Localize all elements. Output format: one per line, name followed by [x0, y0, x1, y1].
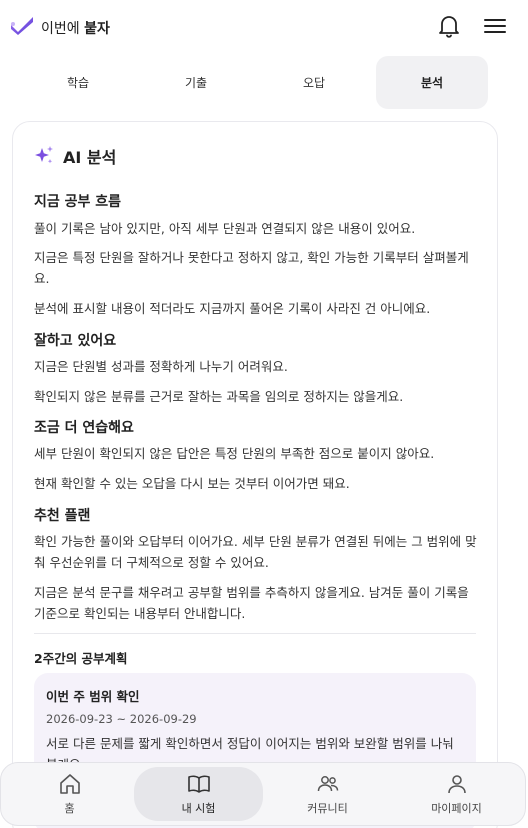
section-paragraph: 풀이 기록은 남아 있지만, 아직 세부 단원과 연결되지 않은 내용이 있어요…: [34, 221, 416, 236]
section-paragraph: 현재 확인할 수 있는 오답을 다시 보는 것부터 이어가면 돼요.: [34, 476, 350, 491]
logo-bold: 붙자: [84, 21, 110, 37]
logo-check-icon: [11, 17, 33, 35]
section-paragraph: 지금은 단원별 성과를 정확하게 나누기 어려워요.: [34, 359, 288, 374]
section-paragraph: 지금은 특정 단원을 잘하거나 못한다고 정하지 않고, 확인 가능한 기록부터…: [34, 250, 469, 286]
hamburger-menu-icon[interactable]: [482, 14, 508, 38]
nav-my-exam[interactable]: 내 시험: [134, 767, 263, 821]
user-icon: [447, 775, 466, 794]
section-title: 추천 플랜: [34, 508, 91, 524]
nav-my-page[interactable]: 마이페이지: [392, 767, 521, 821]
plan-date-range: 2026-09-23 ~ 2026-09-29: [46, 712, 197, 726]
section-paragraph: 지금은 분석 문구를 채우려고 공부할 범위를 추측하지 않을게요. 남겨둔 풀…: [34, 585, 469, 621]
home-icon: [59, 774, 80, 794]
nav-label: 내 시험: [181, 802, 216, 815]
card-header: AI 분석: [33, 144, 116, 168]
plan-heading: 이번 주 범위 확인: [46, 689, 140, 704]
bottom-navigation: 홈 내 시험 커뮤니티 마이페이지: [0, 762, 526, 826]
tab-label: 학습: [66, 76, 90, 90]
nav-community[interactable]: 커뮤니티: [263, 767, 392, 821]
section-title: 잘하고 있어요: [34, 333, 117, 349]
tab-label: 오답: [302, 76, 326, 90]
nav-label: 홈: [64, 802, 75, 815]
tab-analysis[interactable]: 분석: [376, 56, 488, 109]
section-paragraph: 확인되지 않은 분류를 근거로 잘하는 과목을 임의로 정하지는 않을게요.: [34, 389, 404, 404]
tab-study[interactable]: 학습: [22, 56, 134, 109]
logo-prefix: 이번에: [41, 21, 80, 37]
section-paragraph: 확인 가능한 풀이와 오답부터 이어가요. 세부 단원 분류가 연결된 뒤에는 …: [34, 534, 477, 570]
app-logo-text[interactable]: 이번에 붙자: [41, 18, 110, 38]
tab-label: 기출: [184, 76, 208, 90]
divider: [34, 633, 476, 634]
section-paragraph: 세부 단원이 확인되지 않은 답안은 특정 단원의 부족한 점으로 붙이지 않아…: [34, 446, 435, 461]
tab-label: 분석: [420, 76, 444, 90]
tab-past-exams[interactable]: 기출: [140, 56, 252, 109]
section-paragraph: 분석에 표시할 내용이 적더라도 지금까지 풀어온 기록이 사라진 건 아니에요…: [34, 301, 431, 316]
sparkle-icon: [35, 146, 53, 164]
community-icon: [317, 776, 338, 792]
card-title: AI 분석: [63, 148, 117, 167]
nav-home[interactable]: 홈: [5, 767, 134, 821]
bell-icon[interactable]: [436, 13, 462, 39]
section-title: 조금 더 연습해요: [34, 420, 134, 436]
ai-analysis-card: AI 분석 지금 공부 흐름 풀이 기록은 남아 있지만, 아직 세부 단원과 …: [12, 121, 498, 828]
section-title: 지금 공부 흐름: [34, 194, 122, 210]
tab-wrong-answers[interactable]: 오답: [258, 56, 370, 109]
study-plan-title: 2주간의 공부계획: [34, 651, 128, 666]
subject-tabs: 학습 기출 오답 분석: [22, 56, 488, 110]
book-icon: [187, 775, 210, 793]
nav-label: 마이페이지: [431, 802, 482, 815]
nav-label: 커뮤니티: [307, 802, 348, 815]
app-header: 이번에 붙자: [0, 0, 528, 54]
